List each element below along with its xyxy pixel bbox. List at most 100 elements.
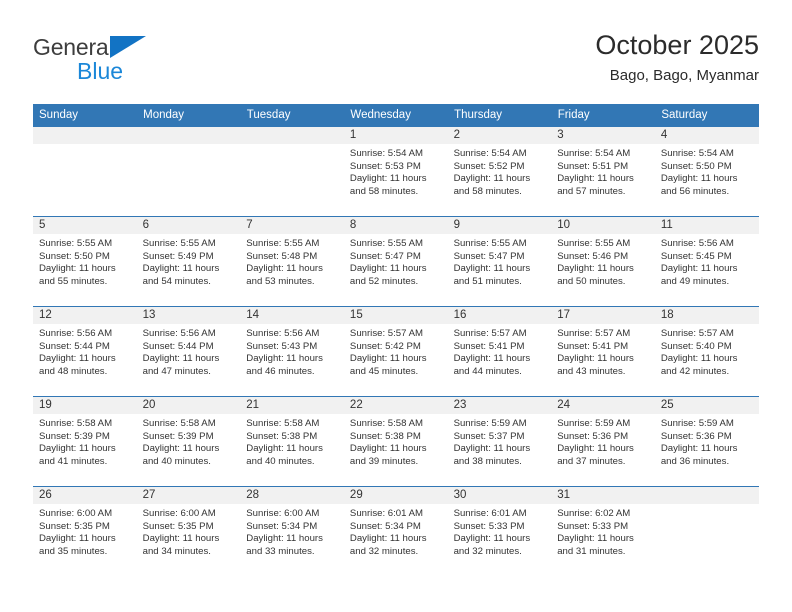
daylight-text-line2: and 51 minutes. bbox=[453, 275, 522, 287]
calendar-day-cell[interactable]: 27 Sunrise: 6:00 AM Sunset: 5:35 PM Dayligh… bbox=[136, 486, 241, 577]
logo-triangle-icon bbox=[110, 36, 147, 58]
day-details: Sunrise: 5:59 AM Sunset: 5:36 PM Daylight:… bbox=[551, 414, 655, 468]
day-number: 10 bbox=[551, 217, 655, 234]
day-number: 3 bbox=[551, 127, 655, 144]
calendar-day-cell[interactable]: 29 Sunrise: 6:01 AM Sunset: 5:34 PM Dayligh… bbox=[343, 486, 448, 577]
sunrise-text: Sunrise: 5:54 AM bbox=[453, 148, 527, 159]
sunset-text: Sunset: 5:42 PM bbox=[349, 340, 421, 352]
daylight-text-line2: and 33 minutes. bbox=[246, 545, 315, 557]
daylight-text-line1: Daylight: 11 hours bbox=[557, 353, 634, 365]
daylight-text-line1: Daylight: 11 hours bbox=[349, 263, 427, 275]
calendar-day-cell[interactable]: 22 Sunrise: 5:58 AM Sunset: 5:38 PM Dayligh… bbox=[343, 396, 448, 487]
sunset-text: Sunset: 5:50 PM bbox=[39, 250, 110, 262]
sunset-text: Sunset: 5:34 PM bbox=[349, 520, 421, 532]
sunset-text: Sunset: 5:47 PM bbox=[453, 250, 525, 262]
day-details: Sunrise: 5:55 AM Sunset: 5:48 PM Daylight:… bbox=[240, 234, 344, 288]
sunrise-text: Sunrise: 6:01 AM bbox=[453, 508, 527, 519]
daylight-text-line1: Daylight: 11 hours bbox=[349, 443, 427, 455]
calendar-day-cell[interactable]: 15 Sunrise: 5:57 AM Sunset: 5:42 PM Dayligh… bbox=[343, 306, 448, 397]
calendar-day-cell[interactable]: 1 Sunrise: 5:54 AM Sunset: 5:53 PM Daylight… bbox=[343, 126, 448, 217]
calendar-day-cell[interactable]: 12 Sunrise: 5:56 AM Sunset: 5:44 PM Dayligh… bbox=[33, 306, 137, 397]
calendar-day-cell[interactable]: 8 Sunrise: 5:55 AM Sunset: 5:47 PM Daylight… bbox=[343, 216, 448, 307]
sunset-text: Sunset: 5:38 PM bbox=[349, 430, 421, 442]
calendar-day-cell[interactable]: 13 Sunrise: 5:56 AM Sunset: 5:44 PM Dayligh… bbox=[136, 306, 241, 397]
sunrise-text: Sunrise: 5:59 AM bbox=[660, 418, 734, 429]
daylight-text-line1: Daylight: 11 hours bbox=[246, 353, 323, 365]
sunset-text: Sunset: 5:33 PM bbox=[453, 520, 525, 532]
day-details: Sunrise: 5:56 AM Sunset: 5:44 PM Daylight:… bbox=[137, 324, 241, 378]
daylight-text-line2: and 38 minutes. bbox=[453, 455, 522, 467]
calendar-day-cell[interactable]: 14 Sunrise: 5:56 AM Sunset: 5:43 PM Dayligh… bbox=[240, 306, 344, 397]
day-details: Sunrise: 5:58 AM Sunset: 5:39 PM Daylight:… bbox=[33, 414, 137, 468]
weekday-header-wednesday: Wednesday bbox=[343, 104, 449, 127]
weekday-header-tuesday: Tuesday bbox=[240, 104, 345, 127]
day-number: 15 bbox=[343, 307, 448, 324]
page-header: General Blue October 2025 Bago, Bago, My… bbox=[33, 28, 759, 96]
day-number: 13 bbox=[136, 307, 241, 324]
weekday-header-thursday: Thursday bbox=[447, 104, 552, 127]
daylight-text-line1: Daylight: 11 hours bbox=[557, 443, 634, 455]
calendar-day-cell[interactable]: 4 Sunrise: 5:54 AM Sunset: 5:50 PM Daylight… bbox=[654, 126, 759, 217]
calendar-day-cell[interactable]: 26 Sunrise: 6:00 AM Sunset: 5:35 PM Dayligh… bbox=[33, 486, 137, 577]
sunset-text: Sunset: 5:35 PM bbox=[142, 520, 214, 532]
daylight-text-line1: Daylight: 11 hours bbox=[39, 443, 116, 455]
daylight-text-line2: and 32 minutes. bbox=[453, 545, 522, 557]
day-number: 1 bbox=[343, 127, 448, 144]
daylight-text-line2: and 54 minutes. bbox=[142, 275, 211, 287]
general-blue-logo[interactable]: General Blue bbox=[33, 34, 233, 90]
day-number: 8 bbox=[343, 217, 448, 234]
day-number: 24 bbox=[551, 397, 655, 414]
logo-text-general: General bbox=[33, 34, 114, 60]
sunrise-text: Sunrise: 5:56 AM bbox=[39, 328, 113, 339]
day-details: Sunrise: 5:58 AM Sunset: 5:38 PM Daylight:… bbox=[240, 414, 344, 468]
day-number: 9 bbox=[447, 217, 552, 234]
calendar-day-cell[interactable]: 31 Sunrise: 6:02 AM Sunset: 5:33 PM Dayligh… bbox=[551, 486, 655, 577]
day-number: 29 bbox=[343, 487, 448, 504]
calendar-day-cell[interactable]: 2 Sunrise: 5:54 AM Sunset: 5:52 PM Daylight… bbox=[447, 126, 552, 217]
day-number: 5 bbox=[33, 217, 137, 234]
calendar-day-cell[interactable]: 19 Sunrise: 5:58 AM Sunset: 5:39 PM Dayligh… bbox=[33, 396, 137, 487]
daylight-text-line2: and 49 minutes. bbox=[660, 275, 730, 287]
sunrise-text: Sunrise: 5:58 AM bbox=[142, 418, 216, 429]
daylight-text-line2: and 39 minutes. bbox=[349, 455, 419, 467]
calendar-day-cell[interactable]: 9 Sunrise: 5:55 AM Sunset: 5:47 PM Daylight… bbox=[447, 216, 552, 307]
sunrise-text: Sunrise: 5:55 AM bbox=[453, 238, 527, 249]
calendar-day-cell[interactable]: 21 Sunrise: 5:58 AM Sunset: 5:38 PM Dayligh… bbox=[240, 396, 344, 487]
sunset-text: Sunset: 5:49 PM bbox=[142, 250, 214, 262]
day-details: Sunrise: 5:55 AM Sunset: 5:47 PM Daylight:… bbox=[344, 234, 448, 288]
calendar-day-cell[interactable]: 18 Sunrise: 5:57 AM Sunset: 5:40 PM Dayligh… bbox=[654, 306, 759, 397]
calendar-day-cell[interactable]: 30 Sunrise: 6:01 AM Sunset: 5:33 PM Dayligh… bbox=[447, 486, 552, 577]
daylight-text-line1: Daylight: 11 hours bbox=[453, 443, 531, 455]
calendar-day-cell[interactable]: 6 Sunrise: 5:55 AM Sunset: 5:49 PM Daylight… bbox=[136, 216, 241, 307]
calendar-day-cell[interactable]: 25 Sunrise: 5:59 AM Sunset: 5:36 PM Dayligh… bbox=[654, 396, 759, 487]
calendar-week-row: 12 Sunrise: 5:56 AM Sunset: 5:44 PM Dayligh… bbox=[33, 306, 759, 397]
day-number: 2 bbox=[447, 127, 552, 144]
calendar-day-cell[interactable]: 7 Sunrise: 5:55 AM Sunset: 5:48 PM Daylight… bbox=[240, 216, 344, 307]
calendar-day-cell[interactable]: 3 Sunrise: 5:54 AM Sunset: 5:51 PM Daylight… bbox=[551, 126, 655, 217]
sunrise-text: Sunrise: 5:55 AM bbox=[39, 238, 113, 249]
sunrise-text: Sunrise: 5:58 AM bbox=[39, 418, 113, 429]
daylight-text-line1: Daylight: 11 hours bbox=[557, 533, 634, 545]
daylight-text-line2: and 41 minutes. bbox=[39, 455, 108, 467]
calendar-day-cell[interactable]: 16 Sunrise: 5:57 AM Sunset: 5:41 PM Dayligh… bbox=[447, 306, 552, 397]
logo-text-blue: Blue bbox=[77, 58, 124, 84]
sunset-text: Sunset: 5:36 PM bbox=[557, 430, 629, 442]
calendar-day-cell[interactable]: 28 Sunrise: 6:00 AM Sunset: 5:34 PM Dayligh… bbox=[240, 486, 344, 577]
calendar-body: 1 Sunrise: 5:54 AM Sunset: 5:53 PM Daylight… bbox=[33, 126, 759, 577]
daylight-text-line1: Daylight: 11 hours bbox=[246, 443, 323, 455]
daylight-text-line1: Daylight: 11 hours bbox=[453, 533, 531, 545]
calendar-day-cell[interactable]: 20 Sunrise: 5:58 AM Sunset: 5:39 PM Dayligh… bbox=[136, 396, 241, 487]
calendar-day-cell[interactable]: 5 Sunrise: 5:55 AM Sunset: 5:50 PM Daylight… bbox=[33, 216, 137, 307]
day-number bbox=[654, 487, 759, 504]
calendar-day-cell[interactable]: 24 Sunrise: 5:59 AM Sunset: 5:36 PM Dayligh… bbox=[551, 396, 655, 487]
calendar-day-cell[interactable]: 17 Sunrise: 5:57 AM Sunset: 5:41 PM Dayligh… bbox=[551, 306, 655, 397]
calendar-day-cell[interactable]: 10 Sunrise: 5:55 AM Sunset: 5:46 PM Dayligh… bbox=[551, 216, 655, 307]
weekday-header-saturday: Saturday bbox=[654, 104, 759, 127]
calendar-day-cell[interactable]: 11 Sunrise: 5:56 AM Sunset: 5:45 PM Dayligh… bbox=[654, 216, 759, 307]
calendar-day-cell[interactable]: 23 Sunrise: 5:59 AM Sunset: 5:37 PM Dayligh… bbox=[447, 396, 552, 487]
sunrise-text: Sunrise: 5:57 AM bbox=[660, 328, 734, 339]
sunset-text: Sunset: 5:53 PM bbox=[349, 160, 421, 172]
sunset-text: Sunset: 5:43 PM bbox=[246, 340, 318, 352]
daylight-text-line2: and 34 minutes. bbox=[142, 545, 211, 557]
day-number bbox=[240, 127, 344, 144]
